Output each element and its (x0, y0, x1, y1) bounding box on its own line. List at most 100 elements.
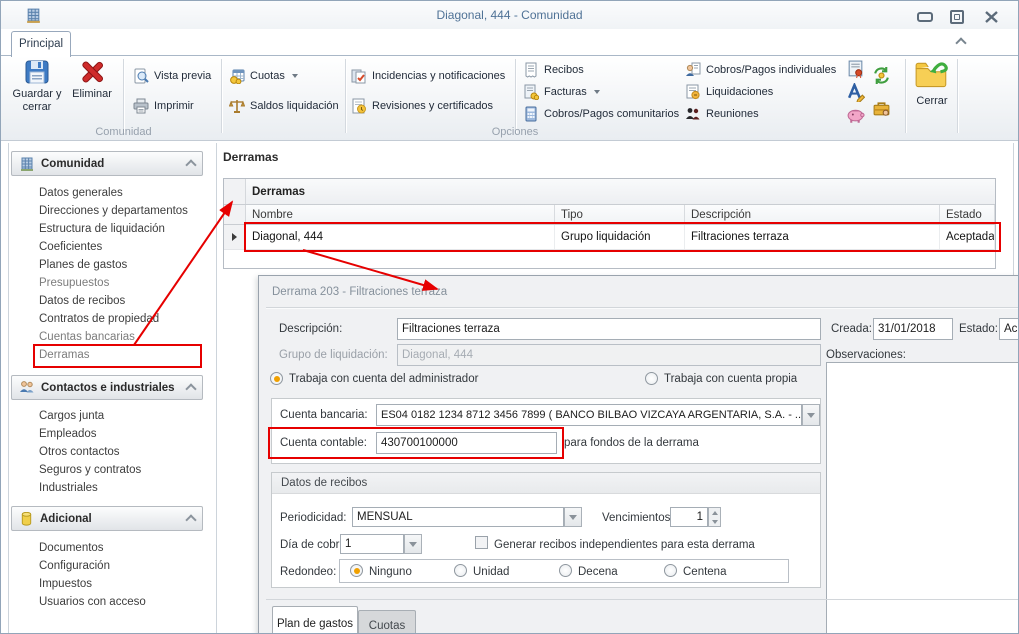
column-header-estado[interactable]: Estado (940, 205, 995, 224)
ribbon-group-opciones: Opciones (491, 126, 539, 138)
reuniones-button[interactable]: Reuniones (685, 104, 759, 124)
radio-redondeo-decena[interactable] (559, 564, 572, 577)
sidebar-item-derramas[interactable]: Derramas (39, 347, 89, 363)
sidebar-item-datos-generales[interactable]: Datos generales (39, 185, 123, 201)
ribbon-separator (905, 59, 906, 133)
radio-redondeo-ninguno[interactable] (350, 564, 363, 577)
sidebar-item-contratos[interactable]: Contratos de propiedad (39, 311, 159, 327)
sidebar-item-presupuestos[interactable]: Presupuestos (39, 275, 109, 291)
generar-recibos-checkbox[interactable] (475, 536, 488, 549)
radio-redondeo-unidad[interactable] (454, 564, 467, 577)
restore-icon (950, 9, 964, 24)
liquidaciones-button[interactable]: Liquidaciones (685, 82, 773, 102)
piggy-bank-icon-button[interactable] (846, 105, 866, 125)
sidebar-item-documentos[interactable]: Documentos (39, 540, 104, 556)
preview-label: Vista previa (154, 70, 212, 82)
dia-cobro-combo[interactable]: 1 (340, 534, 404, 554)
cuotas-button[interactable]: Cuotas (229, 66, 298, 86)
dia-cobro-dropdown-button[interactable] (404, 534, 422, 554)
radio-cuenta-propia[interactable] (645, 372, 658, 385)
radio-cuenta-propia-label: Trabaja con cuenta propia (664, 373, 798, 385)
transfer-money-icon (874, 67, 889, 84)
minimize-button[interactable] (916, 9, 934, 24)
preview-button[interactable]: Vista previa (133, 66, 211, 86)
cuenta-contable-label: Cuenta contable: (280, 437, 367, 449)
restore-button[interactable] (948, 9, 966, 24)
cuenta-contable-input[interactable]: 430700100000 (376, 432, 557, 454)
print-label: Imprimir (154, 100, 194, 112)
sidebar-item-empleados[interactable]: Empleados (39, 426, 97, 442)
saldos-button[interactable]: Saldos liquidación (229, 96, 339, 116)
creada-input[interactable]: 31/01/2018 (873, 318, 953, 340)
delete-button[interactable]: Eliminar (65, 59, 119, 101)
close-button[interactable] (982, 9, 1000, 24)
app-window: Diagonal, 444 - Comunidad Principal Guar… (0, 0, 1019, 634)
table-row[interactable]: Diagonal, 444 Grupo liquidación Filtraci… (224, 225, 995, 250)
sidebar-item-estructura[interactable]: Estructura de liquidación (39, 221, 165, 237)
radio-cuenta-administrador[interactable] (270, 372, 283, 385)
sidebar-section-adicional[interactable]: Adicional (11, 506, 203, 531)
facturas-button[interactable]: Facturas (523, 82, 600, 102)
vencimientos-input[interactable]: 1 (670, 507, 708, 527)
grid-group-header: Derramas (224, 179, 995, 205)
sidebar-item-seguros[interactable]: Seguros y contratos (39, 462, 141, 478)
cerrar-button[interactable]: Cerrar (909, 60, 955, 108)
descripcion-input[interactable]: Filtraciones terraza (397, 318, 821, 340)
sidebar-item-impuestos[interactable]: Impuestos (39, 576, 92, 592)
sidebar-item-industriales[interactable]: Industriales (39, 480, 98, 496)
column-header-tipo[interactable]: Tipo (555, 205, 685, 224)
estado-input[interactable]: Ac (999, 318, 1018, 340)
print-icon (133, 98, 149, 114)
sidebar-item-planes-gastos[interactable]: Planes de gastos (39, 257, 127, 273)
recibos-button[interactable]: Recibos (523, 60, 584, 80)
dialog-divider (266, 307, 1018, 308)
cuenta-bancaria-combo[interactable]: ES04 0182 1234 8712 3456 7899 ( BANCO BI… (376, 404, 802, 426)
sidebar-item-coeficientes[interactable]: Coeficientes (39, 239, 102, 255)
letter-a-pen-icon-button[interactable] (846, 81, 866, 104)
sidebar-item-cargos-junta[interactable]: Cargos junta (39, 408, 104, 424)
chevron-up-icon (185, 383, 197, 395)
sidebar-item-configuracion[interactable]: Configuración (39, 558, 110, 574)
cerrar-folder-icon (915, 62, 948, 88)
cuenta-bancaria-dropdown-button[interactable] (802, 404, 820, 426)
certificate-icon-button[interactable] (846, 60, 866, 80)
cobros-individuales-button[interactable]: Cobros/Pagos individuales (685, 60, 836, 80)
tab-cuotas[interactable]: Cuotas (358, 610, 416, 633)
database-icon (21, 511, 32, 526)
save-close-button[interactable]: Guardar y cerrar (11, 59, 63, 114)
revisiones-button[interactable]: Revisiones y certificados (351, 96, 493, 116)
dropdown-arrow-icon (409, 541, 417, 547)
transfer-money-icon-button[interactable] (872, 66, 892, 86)
observaciones-textarea[interactable] (826, 362, 1018, 633)
column-header-nombre[interactable]: Nombre (246, 205, 555, 224)
recibos-label: Recibos (544, 64, 584, 76)
tab-plan-de-gastos[interactable]: Plan de gastos (272, 606, 358, 633)
sidebar-item-usuarios[interactable]: Usuarios con acceso (39, 594, 146, 610)
cobros-comunitarios-button[interactable]: Cobros/Pagos comunitarios (523, 104, 679, 124)
sidebar-section-contactos[interactable]: Contactos e industriales (11, 375, 203, 400)
sidebar-item-datos-recibos[interactable]: Datos de recibos (39, 293, 125, 309)
print-button[interactable]: Imprimir (133, 96, 194, 116)
radio-redondeo-centena[interactable] (664, 564, 677, 577)
incidencias-button[interactable]: Incidencias y notificaciones (351, 66, 505, 86)
sidebar-section-comunidad[interactable]: Comunidad (11, 151, 203, 176)
estado-label: Estado: (959, 323, 998, 335)
periodicidad-dropdown-button[interactable] (564, 507, 582, 527)
sidebar-item-direcciones[interactable]: Direcciones y departamentos (39, 203, 188, 219)
radio-redondeo-unidad-label: Unidad (473, 566, 510, 578)
derrama-dialog: Derrama 203 - Filtraciones terraza Descr… (258, 275, 1018, 633)
column-header-descripcion[interactable]: Descripción (685, 205, 940, 224)
radio-redondeo-ninguno-label: Ninguno (369, 566, 412, 578)
ribbon-separator (957, 59, 958, 133)
chevron-up-icon (955, 37, 967, 49)
redondeo-label: Redondeo: (280, 566, 337, 578)
tab-principal[interactable]: Principal (11, 31, 71, 57)
vencimientos-spinner[interactable] (708, 507, 721, 527)
revisiones-label: Revisiones y certificados (372, 100, 494, 112)
briefcase-icon-button[interactable] (872, 99, 892, 119)
periodicidad-combo[interactable]: MENSUAL (352, 507, 564, 527)
recibos-icon (525, 62, 537, 78)
ribbon-collapse-button[interactable] (955, 37, 967, 49)
sidebar-item-cuentas-bancarias[interactable]: Cuentas bancarias (39, 329, 135, 345)
sidebar-item-otros-contactos[interactable]: Otros contactos (39, 444, 120, 460)
